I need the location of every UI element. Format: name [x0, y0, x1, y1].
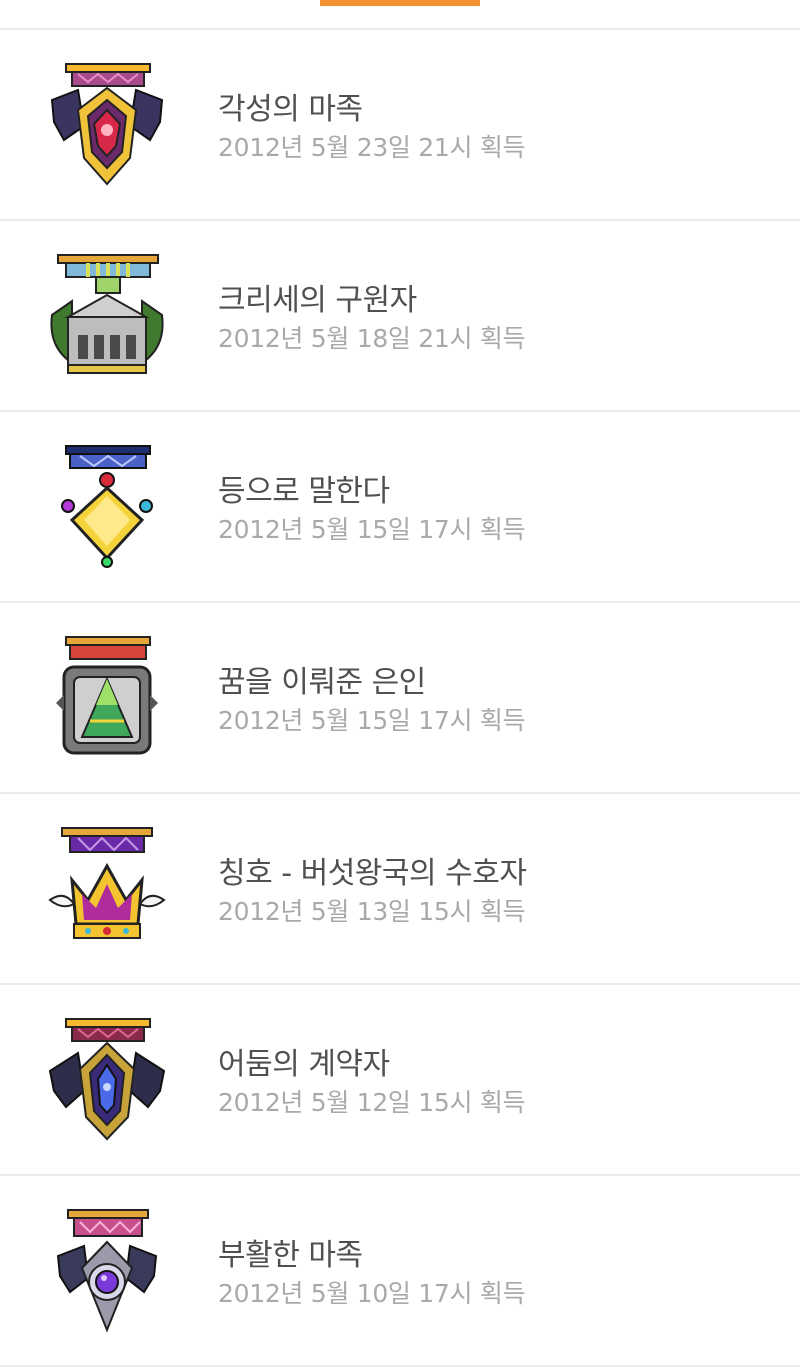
- medal-row[interactable]: 각성의 마족 2012년 5월 23일 21시 획득: [0, 30, 800, 221]
- medal-date: 2012년 5월 10일 17시 획득: [218, 1279, 526, 1308]
- medal-title: 어둠의 계약자: [218, 1047, 390, 1082]
- medal-title: 등으로 말한다: [218, 474, 390, 509]
- active-tab-indicator: [320, 0, 480, 6]
- revived-demon-medal-icon: [56, 1209, 158, 1333]
- medal-title: 크리세의 구원자: [218, 283, 417, 318]
- demon-wing-medal-icon: [50, 63, 164, 186]
- medal-row[interactable]: 어둠의 계약자 2012년 5월 12일 15시 획득: [0, 985, 800, 1176]
- medal-date: 2012년 5월 12일 15시 획득: [218, 1088, 526, 1117]
- medal-date: 2012년 5월 15일 17시 획득: [218, 706, 526, 735]
- medal-row[interactable]: 크리세의 구원자 2012년 5월 18일 21시 획득: [0, 221, 800, 412]
- medal-title: 각성의 마족: [218, 92, 363, 127]
- medal-row[interactable]: 칭호 - 버섯왕국의 수호자 2012년 5월 13일 15시 획득: [0, 794, 800, 985]
- medal-title: 꿈을 이뤄준 은인: [218, 665, 426, 700]
- medal-date: 2012년 5월 18일 21시 획득: [218, 324, 526, 353]
- gold-gem-medal-icon: [61, 445, 153, 568]
- medal-row[interactable]: 꿈을 이뤄준 은인 2012년 5월 15일 17시 획득: [0, 603, 800, 794]
- medal-list: 각성의 마족 2012년 5월 23일 21시 획득 크리세의 구원자 2012…: [0, 30, 800, 1367]
- crown-medal-icon: [48, 827, 166, 939]
- pyramid-medal-icon: [56, 636, 158, 755]
- medal-title: 칭호 - 버섯왕국의 수호자: [218, 856, 527, 891]
- temple-medal-icon: [50, 254, 164, 374]
- medal-row[interactable]: 부활한 마족 2012년 5월 10일 17시 획득: [0, 1176, 800, 1367]
- medal-title: 부활한 마족: [218, 1238, 363, 1273]
- medal-row[interactable]: 등으로 말한다 2012년 5월 15일 17시 획득: [0, 412, 800, 603]
- tab-bar: [0, 0, 800, 30]
- dark-contract-medal-icon: [48, 1018, 166, 1141]
- medal-date: 2012년 5월 15일 17시 획득: [218, 515, 526, 544]
- medal-date: 2012년 5월 23일 21시 획득: [218, 133, 526, 162]
- medal-date: 2012년 5월 13일 15시 획득: [218, 897, 526, 926]
